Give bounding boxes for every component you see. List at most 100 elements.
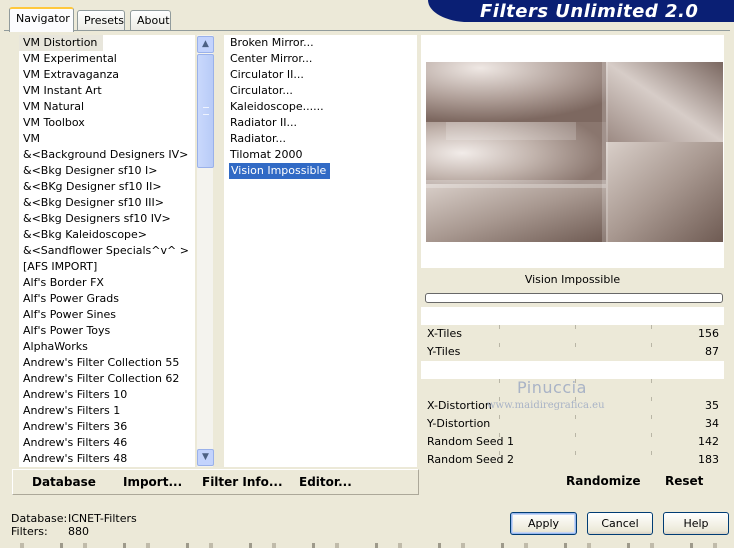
- filter-info-button[interactable]: Filter Info...: [202, 475, 283, 489]
- param-value: 142: [698, 435, 719, 448]
- randomize-button[interactable]: Randomize: [566, 474, 640, 488]
- scroll-thumb[interactable]: [197, 54, 214, 168]
- tab-presets[interactable]: Presets: [77, 10, 125, 30]
- category-item[interactable]: VM Instant Art: [19, 83, 195, 99]
- category-item[interactable]: Alf's Border FX: [19, 275, 195, 291]
- help-button[interactable]: Help: [663, 512, 729, 535]
- category-item[interactable]: VM Extravaganza: [19, 67, 195, 83]
- category-item[interactable]: &<BKg Designer sf10 II>: [19, 179, 195, 195]
- category-item[interactable]: &<Bkg Designer sf10 I>: [19, 163, 195, 179]
- category-item[interactable]: [AFS IMPORT]: [19, 259, 195, 275]
- category-item[interactable]: VM: [19, 131, 195, 147]
- category-item-label: VM: [23, 132, 41, 145]
- filter-title: Vision Impossible: [421, 268, 724, 292]
- reset-button[interactable]: Reset: [665, 474, 703, 488]
- category-item-label: VM Instant Art: [23, 84, 102, 97]
- category-item[interactable]: &<Bkg Designers sf10 IV>: [19, 211, 195, 227]
- filter-item-label: Vision Impossible: [229, 163, 331, 179]
- filter-item[interactable]: Circulator II...: [224, 67, 417, 83]
- category-item[interactable]: &<Bkg Kaleidoscope>: [19, 227, 195, 243]
- filter-item[interactable]: Radiator...: [224, 131, 417, 147]
- category-item-label: VM Natural: [23, 100, 85, 113]
- slider-tick: [575, 451, 576, 455]
- status-filters-value: 880: [68, 525, 89, 538]
- scroll-up-button[interactable]: ▲: [197, 36, 214, 53]
- filter-item[interactable]: Radiator II...: [224, 115, 417, 131]
- category-item[interactable]: Andrew's Filters 36: [19, 419, 195, 435]
- category-list[interactable]: VM Distortion VM Experimental VM Extravaga…: [19, 35, 195, 467]
- category-item[interactable]: &<Bkg Designer sf10 III>: [19, 195, 195, 211]
- scroll-grip-icon: [203, 107, 209, 115]
- editor-button[interactable]: Editor...: [299, 475, 352, 489]
- tab-about[interactable]: About: [130, 10, 171, 30]
- param-name: X-Tiles: [427, 327, 462, 340]
- filter-item[interactable]: Center Mirror...: [224, 51, 417, 67]
- category-item[interactable]: Alf's Power Sines: [19, 307, 195, 323]
- param-y-tiles[interactable]: Y-Tiles 87: [421, 343, 724, 361]
- category-item-label: VM Toolbox: [23, 116, 85, 129]
- category-scrollbar[interactable]: ▲ ▼: [196, 35, 214, 467]
- slider-tick: [575, 343, 576, 347]
- filter-item[interactable]: Vision Impossible: [224, 163, 417, 179]
- cancel-button[interactable]: Cancel: [587, 512, 653, 535]
- progress-bar: [425, 293, 723, 303]
- category-item-label: Alf's Power Grads: [23, 292, 119, 305]
- category-item[interactable]: VM Toolbox: [19, 115, 195, 131]
- filter-item-label: Tilomat 2000: [230, 148, 303, 161]
- filter-item-label: Radiator...: [230, 132, 286, 145]
- param-value: 35: [705, 399, 719, 412]
- filter-item[interactable]: Circulator...: [224, 83, 417, 99]
- category-item-label: &<BKg Designer sf10 II>: [23, 180, 162, 193]
- category-item[interactable]: Andrew's Filters 1: [19, 403, 195, 419]
- param-value: 87: [705, 345, 719, 358]
- param-random-seed-1[interactable]: Random Seed 1 142: [421, 433, 724, 451]
- watermark-name: Pinuccia: [517, 378, 587, 397]
- category-item-label: &<Bkg Kaleidoscope>: [23, 228, 148, 241]
- category-item[interactable]: AlphaWorks: [19, 339, 195, 355]
- param-name: Y-Tiles: [427, 345, 461, 358]
- category-item[interactable]: Alf's Power Grads: [19, 291, 195, 307]
- category-item-label: Andrew's Filter Collection 55: [23, 356, 180, 369]
- filter-list[interactable]: Broken Mirror... Center Mirror... Circulat…: [224, 35, 417, 467]
- tab-navigator[interactable]: Navigator: [9, 7, 74, 32]
- category-item[interactable]: Andrew's Filters 48: [19, 451, 195, 467]
- slider-tick: [651, 379, 652, 383]
- category-item[interactable]: Andrew's Filter Collection 55: [19, 355, 195, 371]
- right-toolbar: Randomize Reset: [425, 469, 724, 495]
- category-item-label: Andrew's Filters 46: [23, 436, 128, 449]
- category-item-label: Andrew's Filters 10: [23, 388, 128, 401]
- slider-tick: [651, 343, 652, 347]
- param-x-tiles[interactable]: X-Tiles 156: [421, 325, 724, 343]
- category-item[interactable]: VM Distortion: [19, 35, 195, 51]
- scroll-down-button[interactable]: ▼: [197, 449, 214, 466]
- filter-item-label: Radiator II...: [230, 116, 297, 129]
- category-item[interactable]: VM Natural: [19, 99, 195, 115]
- category-item[interactable]: Andrew's Filters 10: [19, 387, 195, 403]
- slider-tick: [575, 433, 576, 437]
- slider-tick: [651, 415, 652, 419]
- slider-tick: [499, 379, 500, 383]
- status-database-value: ICNET-Filters: [68, 512, 137, 525]
- category-item-label: Andrew's Filters 1: [23, 404, 121, 417]
- category-item[interactable]: VM Experimental: [19, 51, 195, 67]
- filter-item-label: Broken Mirror...: [230, 36, 314, 49]
- slider-tick: [499, 325, 500, 329]
- param-random-seed-2[interactable]: Random Seed 2 183: [421, 451, 724, 469]
- import-button[interactable]: Import...: [123, 475, 182, 489]
- category-item[interactable]: &<Background Designers IV>: [19, 147, 195, 163]
- filter-item[interactable]: Kaleidoscope......: [224, 99, 417, 115]
- category-item-label: [AFS IMPORT]: [23, 260, 98, 273]
- app-banner-title: Filters Unlimited 2.0: [428, 0, 734, 22]
- tab-panel-border: [4, 30, 730, 31]
- category-item[interactable]: Alf's Power Toys: [19, 323, 195, 339]
- apply-button[interactable]: Apply: [510, 512, 577, 535]
- category-item[interactable]: Andrew's Filters 46: [19, 435, 195, 451]
- param-y-distortion[interactable]: Y-Distortion 34: [421, 415, 724, 433]
- filter-item[interactable]: Broken Mirror...: [224, 35, 417, 51]
- category-item[interactable]: &<Sandflower Specials^v^ >: [19, 243, 195, 259]
- filter-item[interactable]: Tilomat 2000: [224, 147, 417, 163]
- param-value: 156: [698, 327, 719, 340]
- database-button[interactable]: Database: [32, 475, 96, 489]
- category-item[interactable]: Andrew's Filter Collection 62: [19, 371, 195, 387]
- slider-tick: [651, 451, 652, 455]
